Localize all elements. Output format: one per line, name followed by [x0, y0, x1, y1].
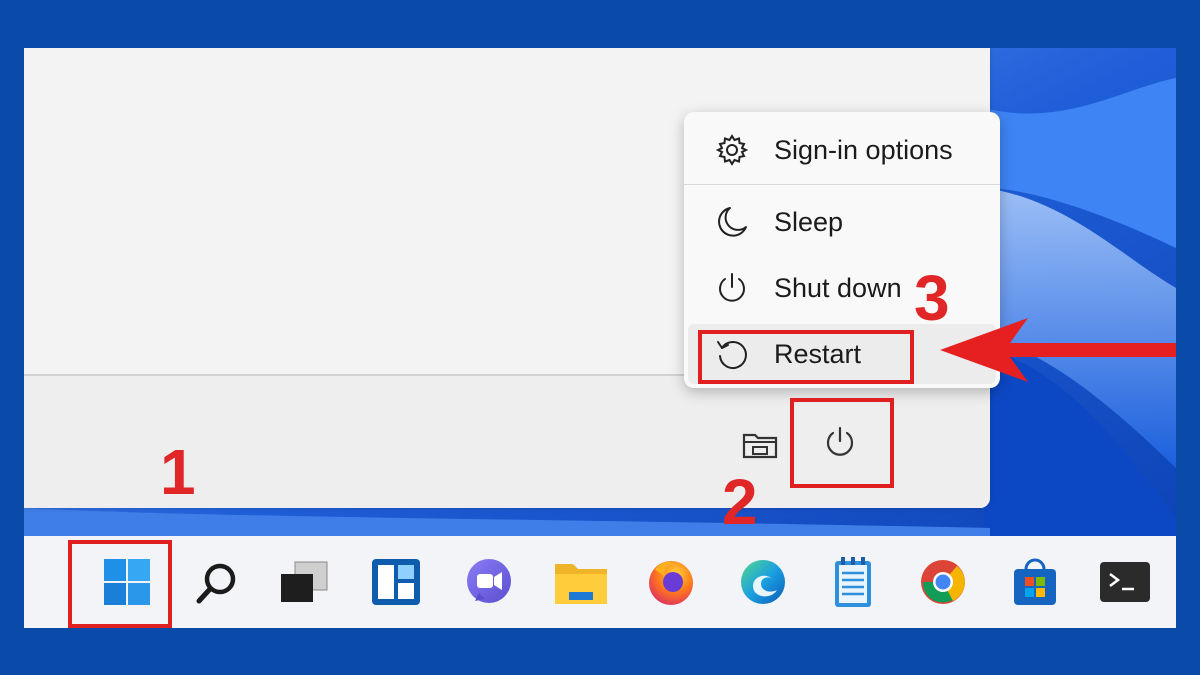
menu-item-sign-in-options[interactable]: Sign-in options — [684, 120, 1000, 180]
search-button[interactable] — [182, 546, 252, 618]
file-explorer-icon — [555, 564, 607, 604]
search-icon — [196, 563, 236, 604]
menu-item-label: Shut down — [774, 272, 902, 303]
chrome-icon — [921, 560, 965, 604]
menu-item-label: Sleep — [774, 206, 844, 237]
file-explorer-icon — [742, 433, 778, 459]
menu-divider — [684, 184, 1000, 185]
step-number-1: 1 — [160, 436, 196, 508]
highlight-restart-item — [698, 330, 914, 384]
microsoft-store-button[interactable] — [1000, 546, 1070, 618]
task-view-button[interactable] — [269, 546, 339, 618]
edge-icon — [741, 560, 785, 604]
gear-icon — [712, 133, 752, 167]
moon-icon — [712, 205, 752, 239]
notepad-button[interactable] — [818, 546, 888, 618]
menu-item-label: Sign-in options — [774, 134, 953, 165]
task-view-icon — [281, 561, 328, 602]
chat-button[interactable] — [454, 546, 524, 618]
notepad-icon — [835, 557, 871, 607]
widgets-button[interactable] — [361, 546, 431, 618]
terminal-icon — [1100, 562, 1150, 602]
arrow-pointing-to-restart — [940, 318, 1176, 382]
highlight-power-button — [790, 398, 894, 488]
file-explorer-button[interactable] — [546, 546, 616, 618]
firefox-button[interactable] — [636, 546, 706, 618]
firefox-icon — [649, 561, 693, 605]
terminal-button[interactable] — [1090, 546, 1160, 618]
microsoft-store-icon — [1014, 558, 1056, 605]
menu-item-shut-down[interactable]: Shut down — [684, 258, 1000, 318]
highlight-start-button — [68, 540, 172, 628]
edge-button[interactable] — [728, 546, 798, 618]
taskbar — [24, 536, 1176, 628]
power-icon — [712, 271, 752, 305]
step-number-2: 2 — [722, 466, 758, 538]
chrome-button[interactable] — [908, 546, 978, 618]
menu-item-sleep[interactable]: Sleep — [684, 192, 1000, 252]
widgets-icon — [372, 559, 420, 605]
file-explorer-button[interactable] — [734, 418, 786, 470]
chat-icon — [467, 559, 511, 603]
